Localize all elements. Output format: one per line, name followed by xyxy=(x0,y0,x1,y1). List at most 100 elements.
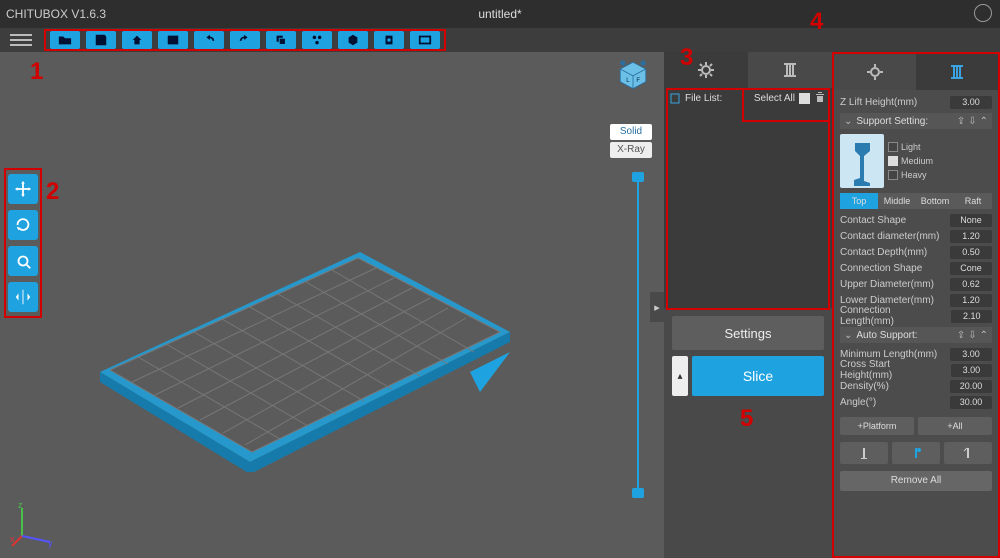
expand-icon[interactable]: ⌃ xyxy=(980,330,988,341)
param-auto-label-2: Density(%) xyxy=(840,381,889,392)
auto-support-header[interactable]: ⌄ Auto Support: ⇪ ⇩ ⌃ xyxy=(840,327,992,343)
param-auto-field-0[interactable]: 3.00 xyxy=(950,348,992,361)
redo-button[interactable] xyxy=(230,31,260,49)
z-slider[interactable] xyxy=(634,172,642,498)
z-lift-label: Z Lift Height(mm) xyxy=(840,97,917,108)
support-weight-options: Light Medium Heavy xyxy=(888,134,933,188)
slice-button[interactable]: Slice xyxy=(692,356,824,396)
import-icon[interactable]: ⇩ xyxy=(968,330,976,341)
dig-hole-button[interactable] xyxy=(374,31,404,49)
edit-support-tool[interactable] xyxy=(944,442,992,464)
view-cube[interactable]: L F xyxy=(616,58,650,92)
scale-tool[interactable] xyxy=(8,246,38,276)
annotation-4: 4 xyxy=(810,8,823,36)
gear-icon xyxy=(696,60,716,80)
param-top-field-4[interactable]: 0.62 xyxy=(950,278,992,291)
collapse-panel-button[interactable]: ▸ xyxy=(650,292,664,322)
tab-settings[interactable] xyxy=(664,52,748,88)
add-support-tool[interactable] xyxy=(840,442,888,464)
annotation-5: 5 xyxy=(740,405,753,433)
slice-row: ▴ Slice xyxy=(672,356,824,396)
seg-raft[interactable]: Raft xyxy=(954,193,992,209)
all-button[interactable]: +All xyxy=(918,417,992,435)
move-tool[interactable] xyxy=(8,174,38,204)
param-top-field-1[interactable]: 1.20 xyxy=(950,230,992,243)
param-top-label-2: Contact Depth(mm) xyxy=(840,247,927,258)
param-top-field-2[interactable]: 0.50 xyxy=(950,246,992,259)
export-icon[interactable]: ⇪ xyxy=(957,330,965,341)
svg-text:x: x xyxy=(10,534,15,544)
param-top-field-3[interactable]: Cone xyxy=(950,262,992,275)
left-toolbar xyxy=(4,168,42,318)
expand-button[interactable] xyxy=(410,31,440,49)
param-top-field-5[interactable]: 1.20 xyxy=(950,294,992,307)
support-panel: Z Lift Height(mm) 3.00 ⌄ Support Setting… xyxy=(832,52,1000,558)
copy-button[interactable] xyxy=(266,31,296,49)
app-title: CHITUBOX V1.6.3 xyxy=(6,7,106,21)
export-icon[interactable]: ⇪ xyxy=(957,116,965,127)
render-mode-toggle: Solid X-Ray xyxy=(610,124,652,158)
z-lift-field[interactable]: 3.00 xyxy=(950,96,992,109)
settings-button[interactable]: Settings xyxy=(672,316,824,350)
param-top-field-6[interactable]: 2.10 xyxy=(951,310,992,323)
file-list-header: File List: Select All xyxy=(664,88,832,108)
tab-support[interactable] xyxy=(748,52,832,88)
mirror-tool[interactable] xyxy=(8,282,38,312)
right-panel: ▸ File List: Select All Settings ▴ Slice xyxy=(664,52,832,558)
param-auto-label-1: Cross Start Height(mm) xyxy=(840,359,943,381)
pillar-icon xyxy=(947,62,967,82)
annotation-3: 3 xyxy=(680,44,693,72)
import-button[interactable] xyxy=(158,31,188,49)
import-icon[interactable]: ⇩ xyxy=(968,116,976,127)
undo-button[interactable] xyxy=(194,31,224,49)
support-setting-header[interactable]: ⌄ Support Setting: ⇪ ⇩ ⌃ xyxy=(840,113,992,129)
top-toolbar xyxy=(44,29,446,51)
seg-middle[interactable]: Middle xyxy=(878,193,916,209)
gear-icon xyxy=(865,62,885,82)
support-setting-label: Support Setting: xyxy=(856,116,928,127)
light-checkbox[interactable] xyxy=(888,142,898,152)
user-icon[interactable] xyxy=(974,4,992,22)
xray-mode[interactable]: X-Ray xyxy=(610,142,652,158)
document-title: untitled* xyxy=(478,7,521,21)
title-bar: CHITUBOX V1.6.3 untitled* xyxy=(0,0,1000,28)
param-auto-field-2[interactable]: 20.00 xyxy=(950,380,992,393)
open-button[interactable] xyxy=(50,31,80,49)
file-list-label: File List: xyxy=(685,93,722,104)
expand-icon[interactable]: ⌃ xyxy=(980,116,988,127)
heavy-checkbox[interactable] xyxy=(888,170,898,180)
param-auto-field-3[interactable]: 30.00 xyxy=(950,396,992,409)
medium-label: Medium xyxy=(901,156,933,166)
remove-all-button[interactable]: Remove All xyxy=(840,471,992,491)
svg-text:F: F xyxy=(636,78,640,84)
param-top-label-1: Contact diameter(mm) xyxy=(840,231,939,242)
axes-gizmo: z x y xyxy=(10,502,56,548)
select-all-checkbox[interactable] xyxy=(799,93,810,104)
chevron-down-icon: ⌄ xyxy=(844,116,852,127)
support-section-tabs: Top Middle Bottom Raft xyxy=(840,193,992,209)
rotate-tool[interactable] xyxy=(8,210,38,240)
solid-mode[interactable]: Solid xyxy=(610,124,652,140)
param-top-field-0[interactable]: None xyxy=(950,214,992,227)
slice-dropdown[interactable]: ▴ xyxy=(672,356,688,396)
tab-settings-2[interactable] xyxy=(834,54,916,90)
platform-button[interactable]: +Platform xyxy=(840,417,914,435)
hamburger-menu-icon[interactable] xyxy=(10,31,32,49)
auto-support-label: Auto Support: xyxy=(856,330,917,341)
auto-layout-button[interactable] xyxy=(302,31,332,49)
medium-checkbox[interactable] xyxy=(888,156,898,166)
file-list-body[interactable] xyxy=(664,108,832,308)
delete-support-tool[interactable] xyxy=(892,442,940,464)
build-plate xyxy=(80,192,520,472)
hollow-button[interactable] xyxy=(338,31,368,49)
viewport-3d[interactable]: L F Solid X-Ray xyxy=(0,52,664,558)
seg-bottom[interactable]: Bottom xyxy=(916,193,954,209)
param-top-label-6: Connection Length(mm) xyxy=(840,305,943,327)
save-button[interactable] xyxy=(86,31,116,49)
tab-support-2[interactable] xyxy=(916,54,998,90)
project-button[interactable] xyxy=(122,31,152,49)
param-auto-field-1[interactable]: 3.00 xyxy=(951,364,992,377)
delete-button[interactable] xyxy=(814,91,826,106)
pillar-icon xyxy=(780,60,800,80)
seg-top[interactable]: Top xyxy=(840,193,878,209)
